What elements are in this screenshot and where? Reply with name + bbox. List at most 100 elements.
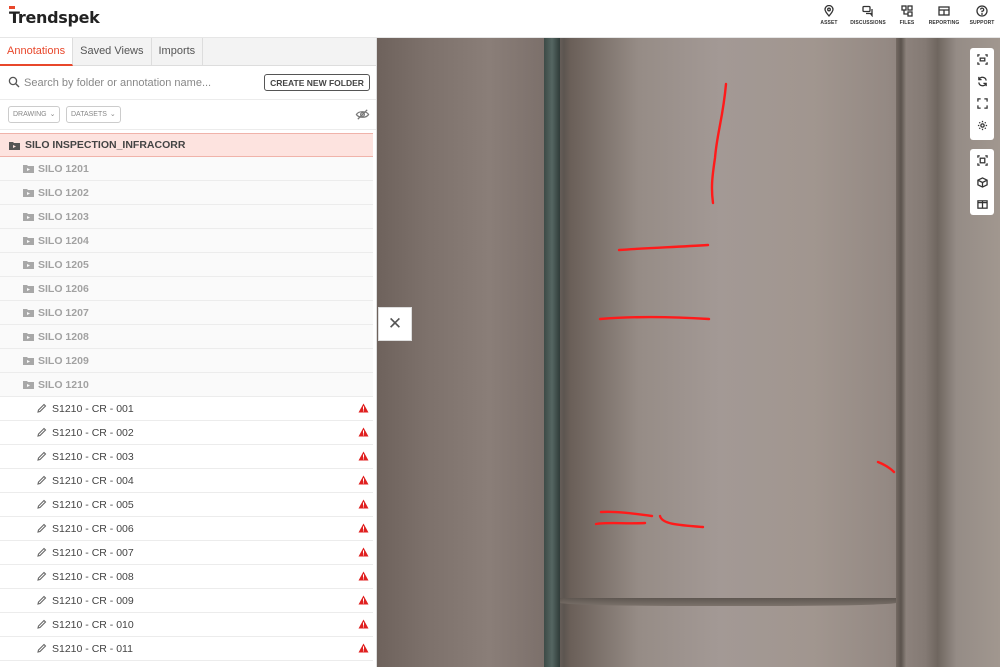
nav-discussions-label: DISCUSSIONS [850, 20, 886, 26]
split-view-button[interactable] [970, 193, 994, 215]
pencil-icon [37, 523, 47, 533]
pencil-icon [37, 571, 47, 581]
vr-view-icon [976, 53, 988, 65]
folder-row[interactable]: SILO 1202 [0, 181, 373, 205]
warning-icon [358, 643, 369, 653]
annotation-list: S1210 - CR - 001 S1210 - CR - 002 S1210 - … [0, 397, 376, 661]
tab-annotations[interactable]: Annotations [0, 38, 74, 66]
annotation-row[interactable]: S1210 - CR - 010 [0, 613, 373, 637]
pencil-icon [37, 619, 47, 629]
fullscreen-button[interactable] [970, 92, 994, 114]
crack-annotation-line[interactable] [658, 514, 705, 529]
settings-icon [977, 120, 987, 130]
3d-viewer[interactable] [377, 38, 1000, 667]
root-folder-row[interactable]: SILO INSPECTION_INFRACORR [0, 133, 373, 157]
folder-row[interactable]: SILO 1206 [0, 277, 373, 301]
drawing-filter-label: DRAWING [13, 111, 47, 118]
folder-icon [9, 141, 20, 150]
sync-button[interactable] [970, 70, 994, 92]
table-icon [938, 6, 950, 16]
folder-row[interactable]: SILO 1210 [0, 373, 373, 397]
nav-reporting[interactable]: REPORTING [928, 5, 960, 33]
nav-discussions[interactable]: DISCUSSIONS [850, 5, 886, 33]
folder-row[interactable]: SILO 1208 [0, 325, 373, 349]
folder-row[interactable]: SILO 1203 [0, 205, 373, 229]
folder-icon [23, 309, 34, 317]
annotation-row[interactable]: S1210 - CR - 008 [0, 565, 373, 589]
annotation-row[interactable]: S1210 - CR - 009 [0, 589, 373, 613]
folder-row[interactable]: SILO 1207 [0, 301, 373, 325]
warning-icon [358, 571, 369, 581]
tab-saved-views[interactable]: Saved Views [73, 38, 152, 65]
crack-annotations-overlay[interactable] [377, 38, 1000, 667]
crack-annotation-line[interactable] [599, 510, 654, 518]
focus-button[interactable] [970, 149, 994, 171]
annotation-row[interactable]: S1210 - CR - 005 [0, 493, 373, 517]
folder-icon [23, 237, 34, 245]
nav-support-label: SUPPORT [969, 20, 995, 26]
pencil-icon [37, 403, 47, 413]
annotation-row[interactable]: S1210 - CR - 007 [0, 541, 373, 565]
tab-imports[interactable]: Imports [152, 38, 204, 65]
warning-icon [358, 451, 369, 461]
annotation-row[interactable]: S1210 - CR - 003 [0, 445, 373, 469]
map-pin-icon [824, 5, 834, 17]
crack-annotation-line[interactable] [598, 315, 711, 321]
annotation-label: S1210 - CR - 005 [52, 498, 134, 511]
create-new-folder-button[interactable]: CREATE NEW FOLDER [264, 74, 370, 91]
folder-label: SILO 1203 [38, 210, 89, 223]
annotation-row[interactable]: S1210 - CR - 006 [0, 517, 373, 541]
folder-icon [23, 333, 34, 341]
folder-icon [23, 261, 34, 269]
datasets-filter[interactable]: DATASETS ⌄ [66, 106, 121, 123]
warning-icon [358, 475, 369, 485]
annotation-row[interactable]: S1210 - CR - 002 [0, 421, 373, 445]
annotation-row[interactable]: S1210 - CR - 004 [0, 469, 373, 493]
hide-visibility-icon[interactable] [355, 107, 370, 122]
nav-files[interactable]: FILES [896, 5, 918, 33]
annotation-label: S1210 - CR - 006 [52, 522, 134, 535]
folder-label: SILO 1208 [38, 330, 89, 343]
trendspek-logo[interactable]: Trendspek [9, 8, 100, 27]
folder-row[interactable]: SILO 1204 [0, 229, 373, 253]
annotations-panel: Annotations Saved Views Imports CREATE N… [0, 38, 377, 667]
folder-row[interactable]: SILO 1205 [0, 253, 373, 277]
nav-reporting-label: REPORTING [928, 20, 960, 26]
close-panel-button[interactable]: ✕ [378, 307, 412, 341]
folder-icon [23, 381, 34, 389]
focus-icon [976, 154, 988, 166]
folder-row[interactable]: SILO 1209 [0, 349, 373, 373]
crack-annotation-line[interactable] [594, 521, 647, 526]
folder-row[interactable]: SILO 1201 [0, 157, 373, 181]
crack-annotation-line[interactable] [617, 243, 710, 252]
settings-button[interactable] [970, 114, 994, 136]
pencil-icon [37, 595, 47, 605]
drawing-filter[interactable]: DRAWING ⌄ [8, 106, 61, 123]
folder-icon [23, 189, 34, 197]
annotation-row[interactable]: S1210 - CR - 011 [0, 637, 373, 661]
folder-label: SILO 1201 [38, 162, 89, 175]
crack-annotation-vertical[interactable] [710, 82, 728, 205]
folder-icon [23, 213, 34, 221]
crack-annotation-short[interactable] [876, 460, 896, 474]
folder-label: SILO 1206 [38, 282, 89, 295]
nav-files-label: FILES [899, 20, 915, 26]
pencil-icon [37, 475, 47, 485]
annotation-label: S1210 - CR - 010 [52, 618, 134, 631]
viewer-toolbar-top [970, 48, 994, 140]
annotation-tree: SILO INSPECTION_INFRACORR SILO 1201 SILO … [0, 133, 376, 661]
annotation-label: S1210 - CR - 008 [52, 570, 134, 583]
warning-icon [358, 619, 369, 629]
split-view-icon [976, 199, 988, 209]
annotation-label: S1210 - CR - 009 [52, 594, 134, 607]
pencil-icon [37, 427, 47, 437]
warning-icon [358, 595, 369, 605]
sync-icon [977, 76, 987, 86]
nav-support[interactable]: SUPPORT [968, 5, 996, 33]
vr-view-button[interactable] [970, 48, 994, 70]
cube-button[interactable] [970, 171, 994, 193]
search-input[interactable] [24, 74, 254, 92]
nav-asset[interactable]: ASSET [818, 5, 840, 33]
annotation-row[interactable]: S1210 - CR - 001 [0, 397, 373, 421]
nav-asset-label: ASSET [820, 20, 838, 26]
